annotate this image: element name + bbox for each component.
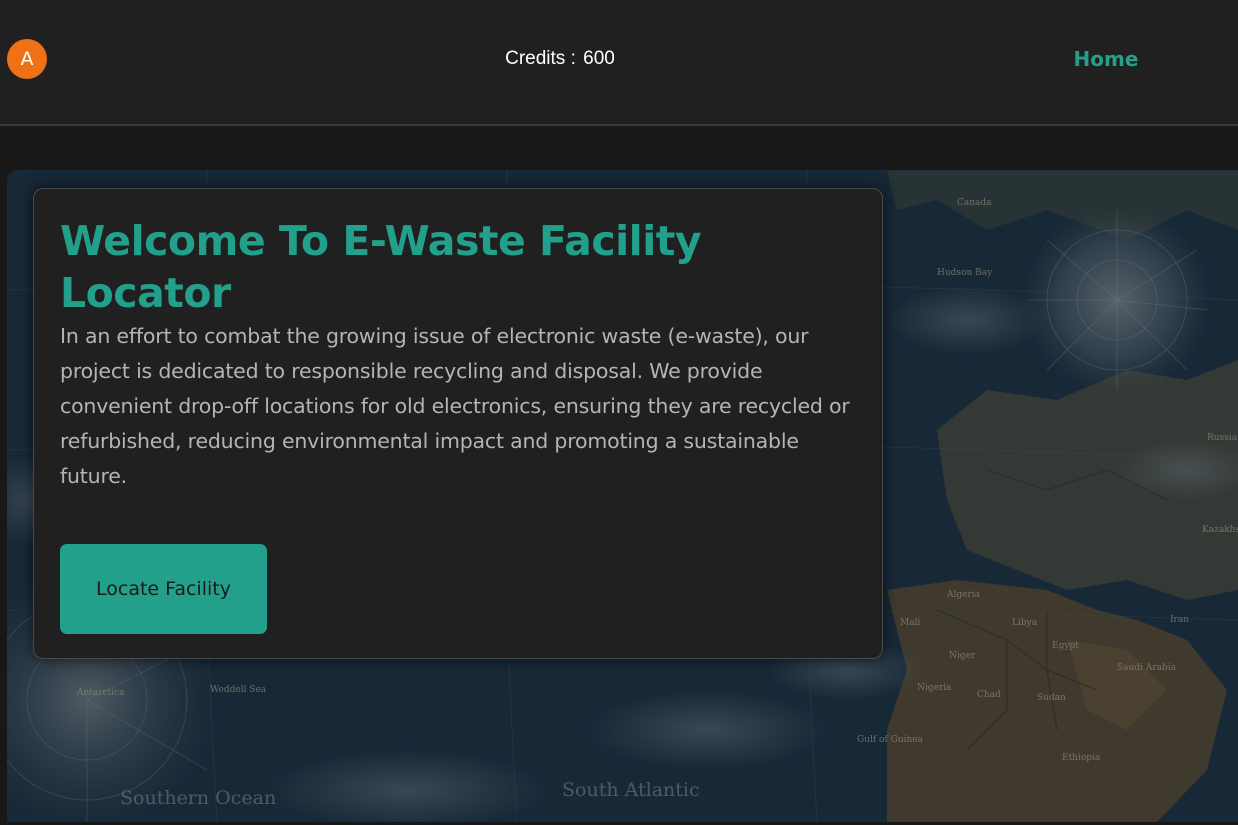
top-navbar: A Credits : 600 Home (0, 0, 1238, 126)
welcome-card: Welcome To E-Waste Facility Locator In a… (33, 188, 883, 659)
locate-facility-button[interactable]: Locate Facility (60, 544, 267, 634)
welcome-description: In an effort to combat the growing issue… (60, 324, 850, 488)
welcome-title: Welcome To E-Waste Facility Locator (60, 217, 702, 317)
credits-label: Credits : (505, 48, 576, 69)
credits-display: Credits : 600 (440, 47, 680, 71)
credits-value: 600 (583, 48, 615, 69)
user-avatar[interactable]: A (7, 39, 47, 79)
nav-link-home[interactable]: Home (1060, 45, 1152, 73)
